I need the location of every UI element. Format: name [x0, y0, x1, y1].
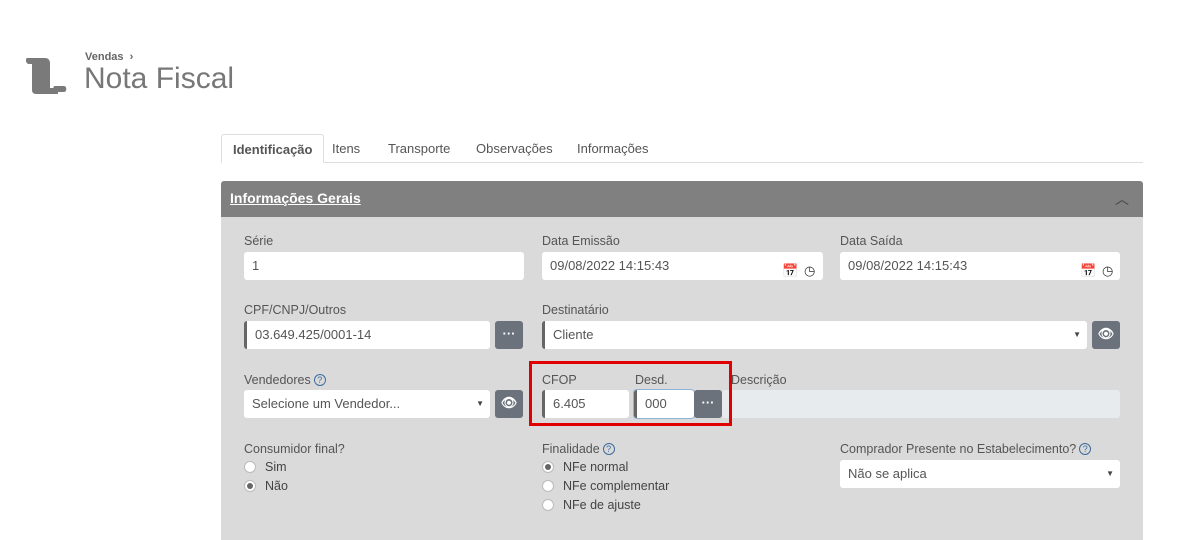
chevron-up-icon[interactable]: ︿ — [1115, 189, 1129, 209]
data-saida-label: Data Saída — [840, 234, 903, 248]
radio-circle[interactable] — [542, 480, 554, 492]
radio-label: NFe complementar — [563, 479, 670, 493]
radio-label: NFe normal — [563, 460, 629, 474]
radio-circle[interactable] — [542, 461, 554, 473]
radio-nao[interactable]: Não — [244, 479, 288, 493]
radio-nao-label: Não — [265, 479, 288, 493]
serie-label: Série — [244, 234, 274, 248]
radio-sim[interactable]: Sim — [244, 460, 287, 474]
descricao-input — [722, 390, 1120, 418]
scroll-icon — [26, 58, 67, 94]
tab-identificacao[interactable]: Identificação — [221, 134, 325, 163]
vendedores-placeholder: Selecione um Vendedor... — [252, 396, 401, 411]
radio-nfe-complementar[interactable]: NFe complementar — [542, 479, 669, 493]
clock-icon[interactable]: ◷ — [804, 257, 815, 285]
vendedores-label-text: Vendedores — [244, 373, 311, 387]
destinatario-value: Cliente — [553, 327, 594, 342]
help-icon[interactable]: ? — [1079, 443, 1092, 455]
cpf-input[interactable]: 03.649.425/0001-14 — [244, 321, 490, 349]
data-saida-input[interactable]: 09/08/2022 14:15:43 📅 ◷ — [840, 252, 1120, 280]
destinatario-label: Destinatário — [542, 303, 609, 317]
clock-icon[interactable]: ◷ — [1102, 257, 1113, 285]
help-icon[interactable]: ? — [602, 443, 615, 455]
finalidade-label: Finalidade? — [542, 442, 615, 456]
serie-input[interactable]: 1 — [244, 252, 524, 280]
highlight-box — [529, 361, 732, 426]
radio-nfe-normal[interactable]: NFe normal — [542, 460, 628, 474]
calendar-icon[interactable]: 📅 — [782, 257, 798, 285]
comprador-label: Comprador Presente no Estabelecimento?? — [840, 442, 1092, 456]
radio-sim-label: Sim — [265, 460, 287, 474]
panel-header[interactable]: Informações Gerais ︿ — [221, 181, 1143, 217]
data-emissao-label: Data Emissão — [542, 234, 620, 248]
tab-transporte[interactable]: Transporte — [377, 134, 461, 163]
radio-circle[interactable] — [542, 499, 554, 511]
radio-nfe-ajuste[interactable]: NFe de ajuste — [542, 498, 641, 512]
destinatario-view-button[interactable]: 👁 — [1092, 321, 1120, 349]
radio-label: NFe de ajuste — [563, 498, 641, 512]
radio-circle[interactable] — [244, 461, 256, 473]
page-title: Nota Fiscal — [84, 62, 235, 95]
consumidor-label: Consumidor final? — [244, 442, 345, 456]
radio-circle[interactable] — [244, 480, 256, 492]
data-emissao-input[interactable]: 09/08/2022 14:15:43 📅 ◷ — [542, 252, 823, 280]
tab-itens[interactable]: Itens — [321, 134, 371, 163]
finalidade-label-text: Finalidade — [542, 442, 600, 456]
comprador-label-text: Comprador Presente no Estabelecimento? — [840, 442, 1077, 456]
data-emissao-value: 09/08/2022 14:15:43 — [550, 258, 670, 273]
vendedores-label: Vendedores? — [244, 373, 326, 387]
caret-down-icon: ▼ — [476, 399, 484, 408]
vendedores-view-button[interactable]: 👁 — [495, 390, 523, 418]
panel-title[interactable]: Informações Gerais — [230, 190, 361, 206]
caret-down-icon: ▼ — [1106, 469, 1114, 478]
tab-informacoes[interactable]: Informações — [566, 134, 660, 163]
caret-down-icon: ▼ — [1073, 330, 1081, 339]
tab-bar: Identificação Itens Transporte Observaçõ… — [221, 134, 1143, 163]
destinatario-select[interactable]: Cliente ▼ — [542, 321, 1087, 349]
vendedores-select[interactable]: Selecione um Vendedor... ▼ — [244, 390, 490, 418]
cpf-search-button[interactable]: ··· — [495, 321, 523, 349]
comprador-value: Não se aplica — [848, 466, 927, 481]
data-saida-value: 09/08/2022 14:15:43 — [848, 258, 968, 273]
cpf-label: CPF/CNPJ/Outros — [244, 303, 347, 317]
tab-observacoes[interactable]: Observações — [465, 134, 564, 163]
help-icon[interactable]: ? — [313, 374, 326, 386]
descricao-label: Descrição — [731, 373, 787, 387]
comprador-select[interactable]: Não se aplica ▼ — [840, 460, 1120, 488]
calendar-icon[interactable]: 📅 — [1080, 257, 1096, 285]
